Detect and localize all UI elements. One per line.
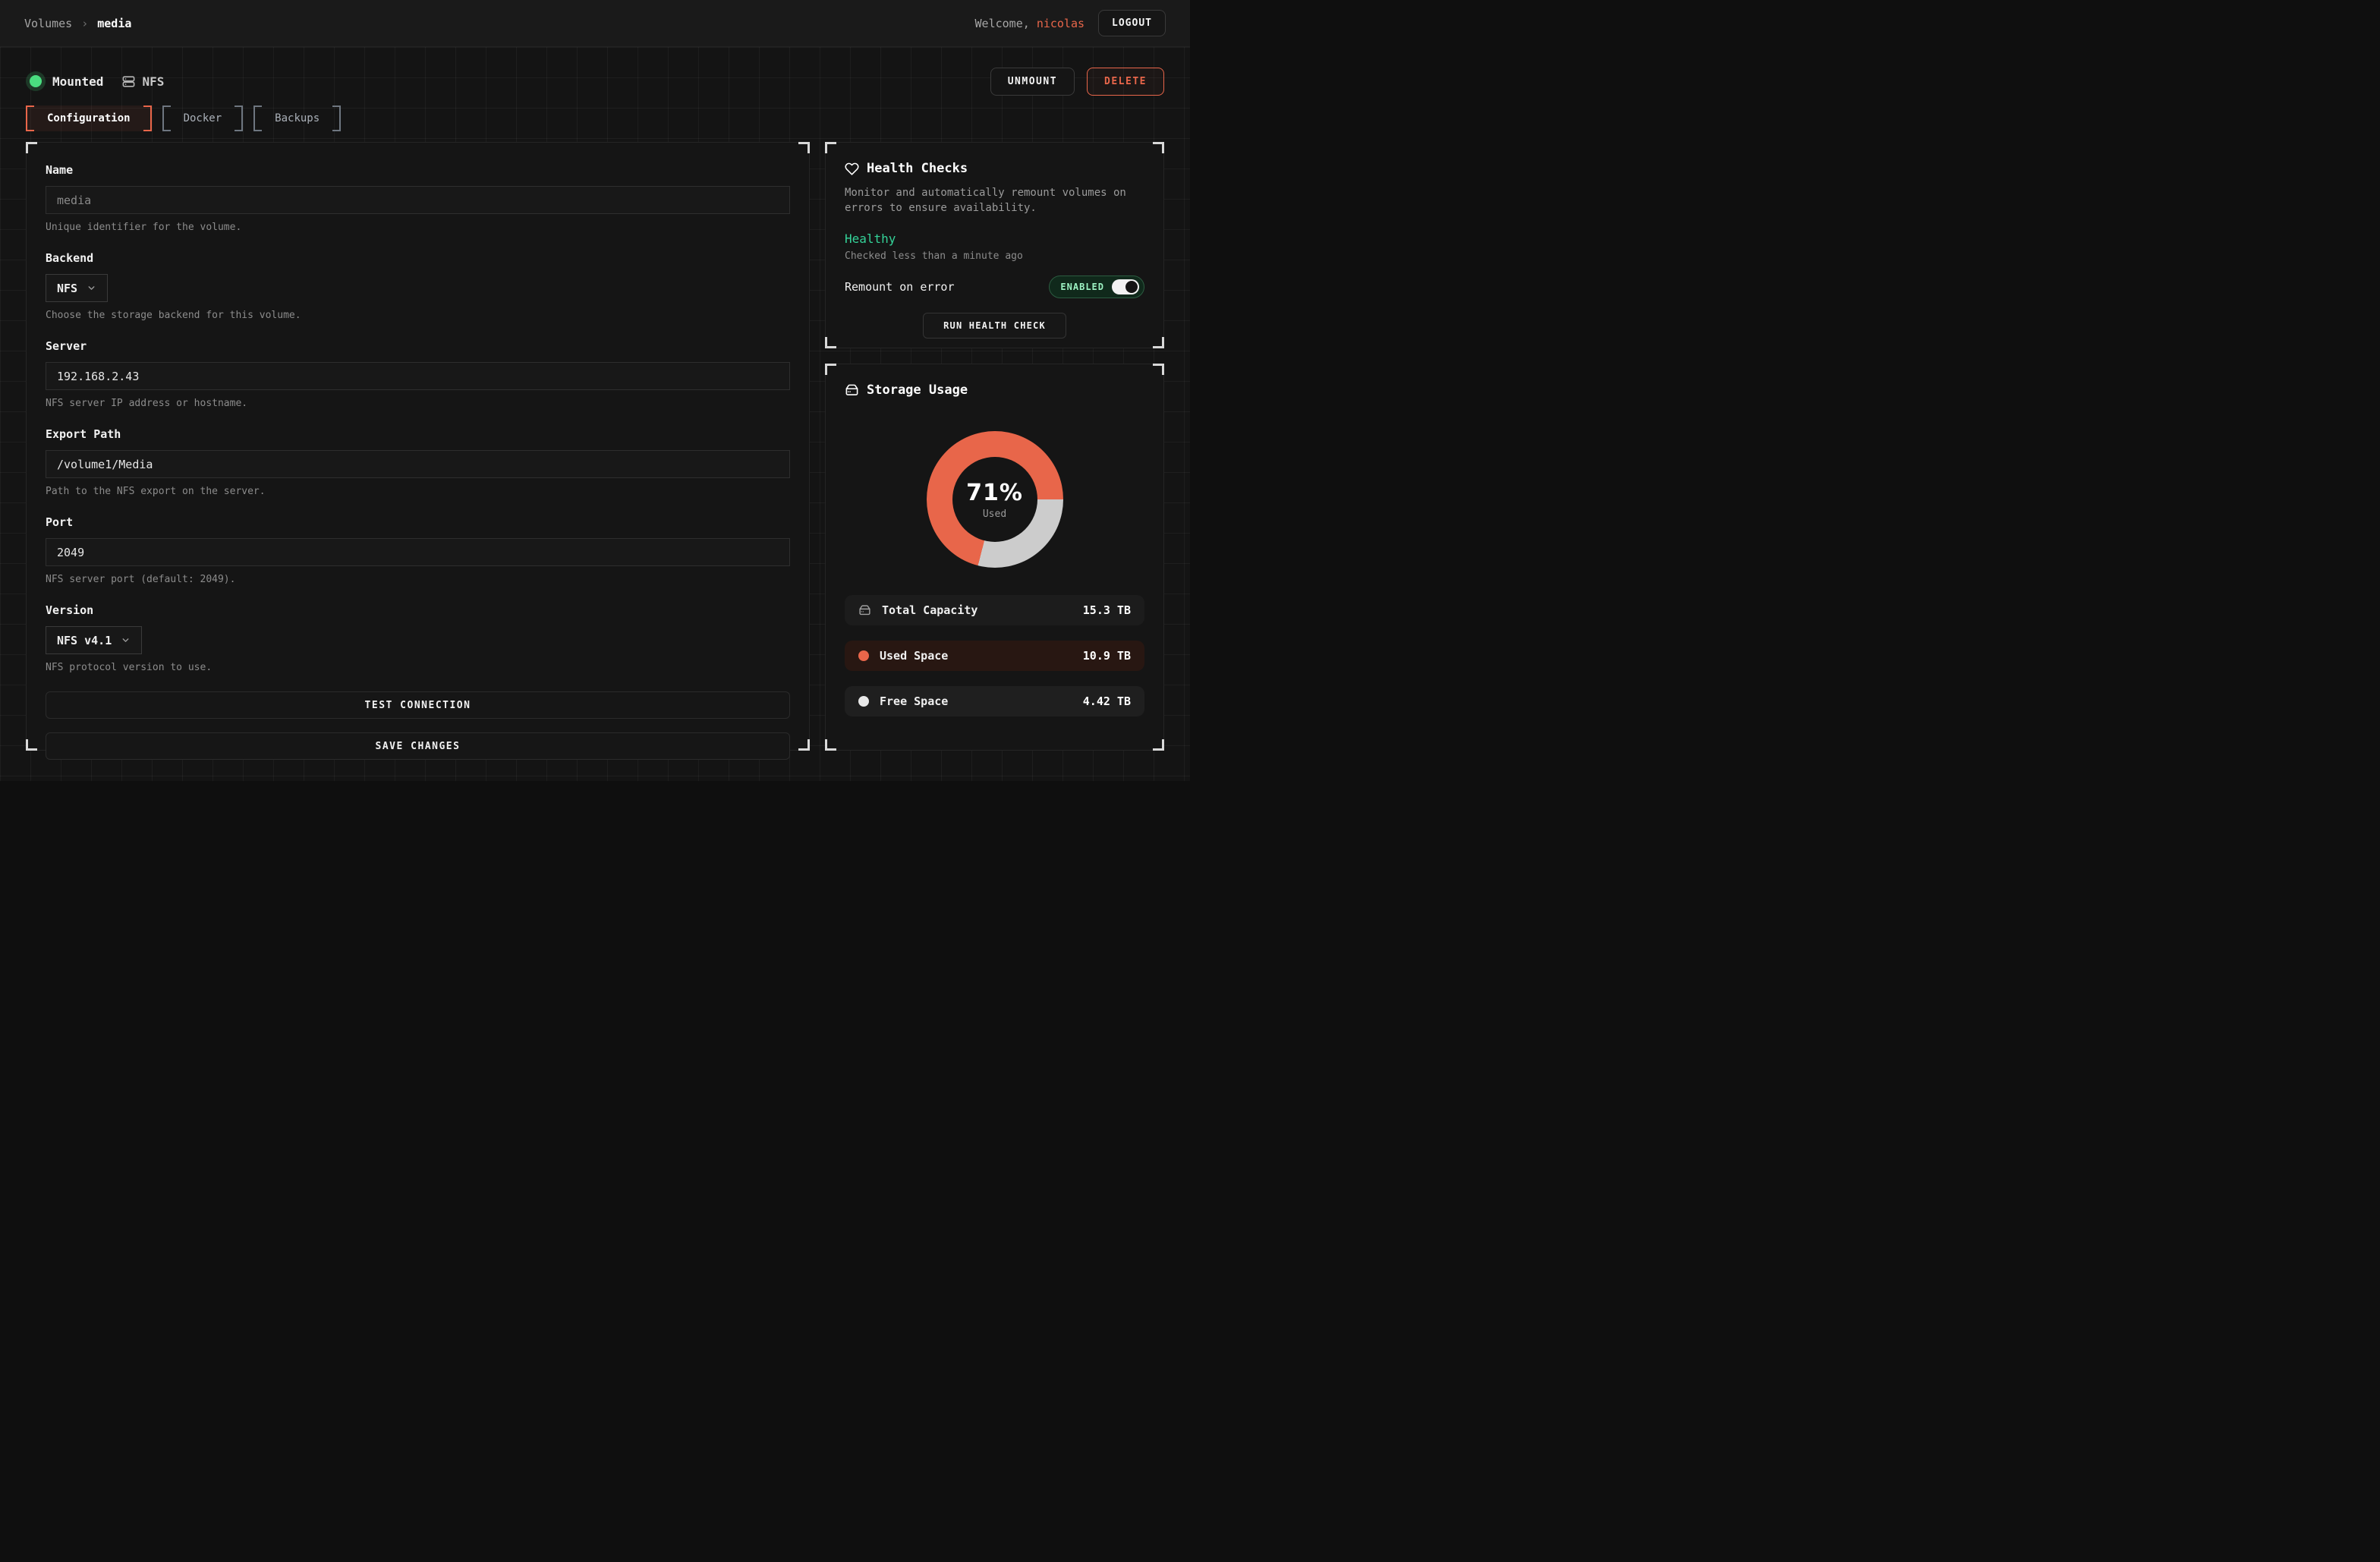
logout-button[interactable]: LOGOUT	[1098, 10, 1166, 36]
mounted-status-icon	[30, 75, 42, 87]
storage-percent: 71%	[966, 480, 1023, 506]
corner-bracket-icon	[825, 739, 836, 751]
mount-status-label: Mounted	[52, 74, 103, 89]
corner-bracket-icon	[825, 142, 836, 153]
corner-bracket-icon	[26, 739, 37, 751]
server-input[interactable]	[46, 362, 790, 390]
corner-bracket-icon	[798, 142, 810, 153]
tab-bar: Configuration Docker Backups	[26, 105, 1164, 131]
field-server: Server NFS server IP address or hostname…	[46, 339, 790, 409]
heart-icon	[845, 162, 859, 176]
delete-button[interactable]: DELETE	[1087, 68, 1164, 96]
test-connection-button[interactable]: TEST CONNECTION	[46, 691, 790, 719]
total-capacity-row: Total Capacity 15.3 TB	[845, 595, 1144, 625]
version-label: Version	[46, 603, 790, 617]
health-checks-title: Health Checks	[867, 161, 968, 176]
toggle-switch-icon	[1112, 279, 1139, 294]
free-space-value: 4.42 TB	[1083, 694, 1131, 708]
free-space-label: Free Space	[880, 694, 1072, 708]
hard-drive-icon	[845, 383, 859, 398]
welcome-text: Welcome, nicolas	[975, 17, 1085, 30]
corner-bracket-icon	[825, 364, 836, 375]
used-space-label: Used Space	[880, 649, 1072, 663]
health-last-checked: Checked less than a minute ago	[845, 250, 1144, 262]
health-description: Monitor and automatically remount volume…	[845, 185, 1144, 216]
hard-drive-icon	[858, 604, 871, 617]
corner-bracket-icon	[1153, 142, 1164, 153]
unmount-button[interactable]: UNMOUNT	[990, 68, 1075, 96]
used-space-value: 10.9 TB	[1083, 649, 1131, 663]
version-help: NFS protocol version to use.	[46, 662, 790, 673]
field-export-path: Export Path Path to the NFS export on th…	[46, 427, 790, 497]
corner-bracket-icon	[1153, 739, 1164, 751]
backend-label: Backend	[46, 251, 790, 265]
corner-bracket-icon	[1153, 337, 1164, 348]
chevron-down-icon	[121, 635, 131, 645]
used-space-dot-icon	[858, 650, 869, 661]
port-input[interactable]	[46, 538, 790, 566]
server-stack-icon	[121, 74, 136, 89]
storage-percent-sub: Used	[983, 509, 1006, 520]
export-path-label: Export Path	[46, 427, 790, 441]
username: nicolas	[1037, 17, 1085, 30]
free-space-dot-icon	[858, 696, 869, 707]
field-port: Port NFS server port (default: 2049).	[46, 515, 790, 585]
health-status: Healthy	[845, 231, 1144, 246]
version-select-value: NFS v4.1	[57, 634, 112, 647]
port-help: NFS server port (default: 2049).	[46, 574, 790, 585]
used-space-row: Used Space 10.9 TB	[845, 641, 1144, 671]
corner-bracket-icon	[26, 142, 37, 153]
version-select[interactable]: NFS v4.1	[46, 626, 142, 654]
breadcrumb-volumes[interactable]: Volumes	[24, 17, 72, 30]
backend-badge-label: NFS	[142, 74, 164, 89]
tab-configuration[interactable]: Configuration	[26, 105, 152, 131]
configuration-panel: Name Unique identifier for the volume. B…	[26, 142, 810, 751]
name-input[interactable]	[46, 186, 790, 214]
backend-help: Choose the storage backend for this volu…	[46, 310, 790, 321]
chevron-down-icon	[87, 283, 96, 293]
top-bar: Volumes › media Welcome, nicolas LOGOUT	[0, 0, 1190, 47]
storage-donut-chart: 71% Used	[927, 431, 1063, 568]
export-path-help: Path to the NFS export on the server.	[46, 486, 790, 497]
name-label: Name	[46, 163, 790, 177]
breadcrumb-current: media	[97, 17, 131, 30]
backend-select[interactable]: NFS	[46, 274, 108, 302]
save-changes-button[interactable]: SAVE CHANGES	[46, 732, 790, 760]
tab-backups[interactable]: Backups	[253, 105, 341, 131]
run-health-check-button[interactable]: RUN HEALTH CHECK	[923, 313, 1066, 339]
backend-badge: NFS	[121, 74, 164, 89]
corner-bracket-icon	[1153, 364, 1164, 375]
free-space-row: Free Space 4.42 TB	[845, 686, 1144, 716]
remount-toggle[interactable]: ENABLED	[1049, 276, 1144, 298]
name-help: Unique identifier for the volume.	[46, 222, 790, 233]
tab-docker[interactable]: Docker	[162, 105, 244, 131]
breadcrumb-separator: ›	[81, 17, 88, 30]
port-label: Port	[46, 515, 790, 529]
storage-usage-title: Storage Usage	[867, 383, 968, 398]
server-help: NFS server IP address or hostname.	[46, 398, 790, 409]
total-capacity-value: 15.3 TB	[1083, 603, 1131, 617]
health-checks-panel: Health Checks Monitor and automatically …	[825, 142, 1164, 348]
remount-toggle-label: ENABLED	[1060, 282, 1104, 292]
storage-usage-panel: Storage Usage 71% Used Total Capacity 15…	[825, 364, 1164, 751]
corner-bracket-icon	[798, 739, 810, 751]
breadcrumb: Volumes › media	[24, 17, 131, 30]
page-background: Mounted NFS UNMOUNT DELETE Configuration…	[0, 47, 1190, 781]
field-name: Name Unique identifier for the volume.	[46, 163, 790, 233]
remount-on-error-label: Remount on error	[845, 280, 955, 294]
field-backend: Backend NFS Choose the storage backend f…	[46, 251, 790, 321]
corner-bracket-icon	[825, 337, 836, 348]
backend-select-value: NFS	[57, 282, 77, 295]
total-capacity-label: Total Capacity	[882, 603, 1072, 617]
status-bar: Mounted NFS UNMOUNT DELETE	[26, 70, 1164, 93]
field-version: Version NFS v4.1 NFS protocol version to…	[46, 603, 790, 673]
server-label: Server	[46, 339, 790, 353]
export-path-input[interactable]	[46, 450, 790, 478]
